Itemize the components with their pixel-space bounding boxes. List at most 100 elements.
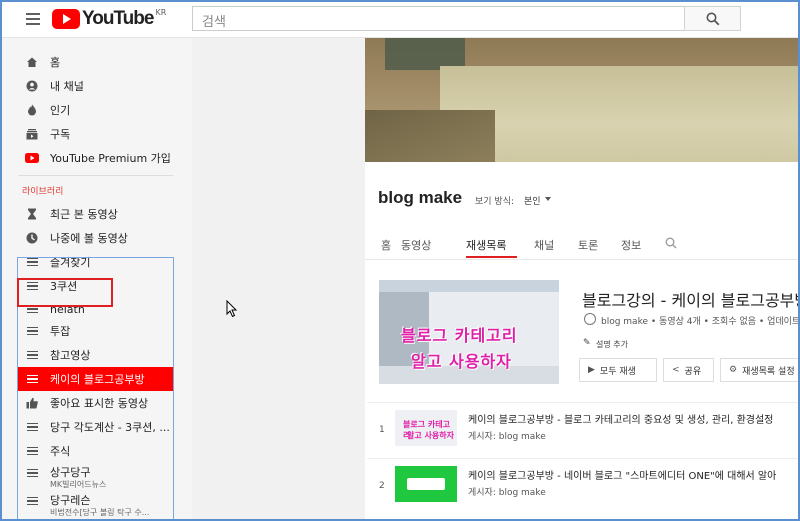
thumbnail-text-2: 알고 사용하자 bbox=[407, 431, 454, 440]
playlist-card: 블로그 카테고리 알고 사용하자 블로그강의 - 케이의 블로그공부방 blog… bbox=[367, 268, 800, 394]
sidebar-item-label: 즐겨찾기 bbox=[50, 256, 91, 269]
playlist-icon bbox=[25, 466, 39, 480]
sidebar-item[interactable]: 투잡 bbox=[0, 319, 192, 343]
sidebar-divider bbox=[18, 175, 173, 176]
share-icon: < bbox=[672, 365, 680, 375]
video-uploader: 게시자: blog make bbox=[468, 488, 546, 498]
globe-icon bbox=[584, 313, 596, 325]
playlist-icon bbox=[25, 302, 39, 316]
share-label: 공유 bbox=[684, 366, 702, 377]
sidebar-item[interactable]: 당구 각도계산 - 3쿠션, ... bbox=[0, 415, 192, 439]
playlist-icon bbox=[25, 324, 39, 338]
channel-banner bbox=[365, 38, 800, 162]
channel-tab[interactable]: 정보 bbox=[621, 237, 641, 253]
account-icon bbox=[25, 79, 39, 93]
sidebar-item-label: YouTube Premium 가입 bbox=[50, 152, 171, 165]
search-input[interactable]: 검색 bbox=[192, 6, 685, 31]
tabs-divider bbox=[365, 259, 800, 260]
youtube-icon bbox=[25, 151, 39, 165]
channel-tab[interactable]: 동영상 bbox=[401, 237, 431, 253]
logo-region: KR bbox=[155, 7, 167, 17]
sidebar-item-label: 3쿠션 bbox=[50, 280, 78, 293]
play-icon: ▶ bbox=[588, 365, 595, 375]
view-as-label: 보기 방식: bbox=[475, 197, 515, 207]
banner-shelf bbox=[365, 110, 495, 162]
channel-page: blog make 보기 방식: 본인 홈 동영상 재생목록 채널 토론 정보 블로그 카… bbox=[365, 38, 800, 521]
sidebar-item[interactable]: YouTube Premium 가입 bbox=[0, 146, 192, 170]
sidebar-item[interactable]: 케이의 블로그공부방 bbox=[17, 367, 173, 391]
playlist-video-row[interactable]: 2 케이의 블로그공부방 - 네이버 블로그 "스마트에디터 ONE"에 대해서… bbox=[367, 458, 800, 514]
sidebar-item-label: 내 채널 bbox=[50, 80, 84, 93]
sidebar-item[interactable]: 인기 bbox=[0, 98, 192, 122]
sidebar-item[interactable]: helath bbox=[0, 297, 192, 321]
sidebar-item-label: 참고영상 bbox=[50, 349, 91, 362]
menu-icon[interactable] bbox=[26, 13, 40, 25]
playlist-icon bbox=[25, 494, 39, 508]
sidebar-item[interactable]: 3쿠션 bbox=[0, 274, 192, 298]
video-title[interactable]: 케이의 블로그공부방 - 네이버 블로그 "스마트에디터 ONE"에 대해서 알… bbox=[468, 467, 776, 482]
playlist-icon bbox=[25, 255, 39, 269]
video-index: 1 bbox=[379, 425, 385, 435]
playlist-icon bbox=[25, 279, 39, 293]
playlist-icon bbox=[25, 420, 39, 434]
flame-icon bbox=[25, 103, 39, 117]
playlist-thumbnail[interactable]: 블로그 카테고리 알고 사용하자 bbox=[379, 280, 559, 384]
tab-underline bbox=[466, 256, 517, 258]
video-index: 2 bbox=[379, 481, 385, 491]
play-all-button[interactable]: ▶ 모두 재생 bbox=[579, 358, 657, 382]
sidebar-item-label: 인기 bbox=[50, 104, 71, 117]
channel-tab[interactable]: 재생목록 bbox=[466, 237, 506, 253]
share-button[interactable]: < 공유 bbox=[663, 358, 714, 382]
channel-tab[interactable]: 토론 bbox=[578, 237, 598, 253]
sidebar-item-label: 투잡 bbox=[50, 325, 71, 338]
sidebar-item-label: helath bbox=[50, 302, 85, 316]
sidebar-item-label: 당구레슨 bbox=[50, 494, 91, 507]
sidebar-item[interactable]: 좋아요 표시한 동영상 bbox=[0, 391, 192, 415]
add-description-link[interactable]: 설명 추가 bbox=[596, 339, 628, 350]
youtube-play-icon bbox=[52, 9, 80, 29]
thumb-logo bbox=[407, 478, 445, 490]
search-placeholder: 검색 bbox=[202, 15, 226, 30]
search-icon bbox=[706, 12, 719, 25]
chevron-down-icon[interactable] bbox=[545, 197, 551, 201]
sidebar-item[interactable]: 내 채널 bbox=[0, 74, 192, 98]
sidebar-item[interactable]: 나중에 볼 동영상 bbox=[0, 226, 192, 250]
channel-name: blog make bbox=[378, 188, 463, 207]
playlist-icon bbox=[25, 348, 39, 362]
playlist-video-row[interactable]: 1 블로그 카테고리 알고 사용하자 케이의 블로그공부방 - 블로그 카테고리… bbox=[367, 402, 800, 458]
sidebar-item-label: 주식 bbox=[50, 445, 71, 458]
sidebar-item[interactable]: 주식 bbox=[0, 439, 192, 463]
playlist-settings-button[interactable]: ⚙ 재생목록 설정 bbox=[720, 358, 800, 382]
channel-tab[interactable]: 홈 bbox=[381, 237, 391, 253]
view-as-select[interactable]: 본인 bbox=[524, 194, 541, 207]
sidebar-item[interactable]: 홈 bbox=[0, 50, 192, 74]
channel-search-icon[interactable] bbox=[665, 237, 677, 249]
video-title[interactable]: 케이의 블로그공부방 - 블로그 카테고리의 중요성 및 생성, 관리, 환경설… bbox=[468, 411, 773, 426]
sidebar-item-label: 홈 bbox=[50, 56, 61, 69]
hourglass-icon bbox=[25, 207, 39, 221]
sidebar-item[interactable]: 참고영상 bbox=[0, 343, 192, 367]
channel-tab[interactable]: 채널 bbox=[534, 237, 554, 253]
thumbs-up-icon bbox=[25, 396, 39, 410]
youtube-logo[interactable]: YouTube KR bbox=[52, 7, 167, 29]
playlist-settings-label: 재생목록 설정 bbox=[742, 366, 795, 377]
playlist-meta: blog make • 동영상 4개 • 조회수 없음 • 업데이트 bbox=[601, 317, 800, 327]
thumbnail-text-2: 알고 사용하자 bbox=[411, 352, 512, 371]
sidebar-item-label: 구독 bbox=[50, 128, 71, 141]
video-thumbnail[interactable] bbox=[395, 466, 457, 502]
library-heading: 라이브러리 bbox=[22, 187, 64, 197]
sidebar-item[interactable]: 구독 bbox=[0, 122, 192, 146]
video-thumbnail[interactable]: 블로그 카테고리 알고 사용하자 bbox=[395, 410, 457, 446]
search-button[interactable] bbox=[684, 6, 741, 31]
sidebar-item[interactable]: 즐겨찾기 bbox=[0, 250, 192, 274]
sidebar-item-label: 케이의 블로그공부방 bbox=[50, 373, 145, 386]
sidebar-item-sublabel: 비법전수[당구 볼링 탁구 수... bbox=[50, 508, 150, 517]
thumb-strip bbox=[379, 280, 559, 292]
gear-icon: ⚙ bbox=[729, 365, 738, 375]
clock-icon bbox=[25, 231, 39, 245]
sidebar-item[interactable]: 최근 본 동영상 bbox=[0, 202, 192, 226]
sidebar-item-label: 나중에 볼 동영상 bbox=[50, 232, 128, 245]
play-all-label: 모두 재생 bbox=[599, 366, 636, 377]
top-bar: YouTube KR 검색 bbox=[0, 0, 800, 38]
playlist-title[interactable]: 블로그강의 - 케이의 블로그공부방 bbox=[582, 287, 800, 311]
